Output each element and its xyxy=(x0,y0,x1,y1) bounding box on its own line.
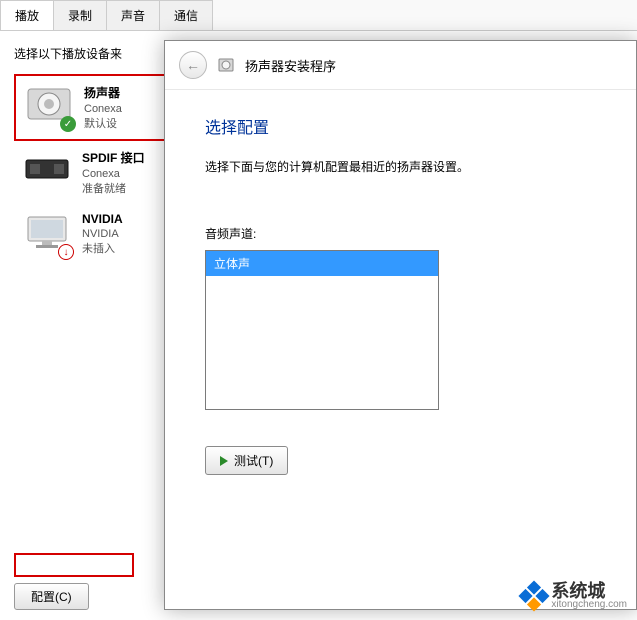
spdif-icon xyxy=(22,149,72,189)
tab-recording[interactable]: 录制 xyxy=(53,0,107,30)
speaker-small-icon xyxy=(217,56,235,74)
wizard-title: 扬声器安装程序 xyxy=(245,56,336,75)
audio-channel-label: 音频声道: xyxy=(205,225,596,242)
configure-highlight xyxy=(14,553,134,577)
speaker-setup-wizard: ← 扬声器安装程序 选择配置 选择下面与您的计算机配置最相近的扬声器设置。 音频… xyxy=(164,40,637,610)
test-button-label: 测试(T) xyxy=(234,452,273,469)
listbox-item-stereo[interactable]: 立体声 xyxy=(206,251,438,276)
audio-channel-listbox[interactable]: 立体声 xyxy=(205,250,439,410)
wizard-description: 选择下面与您的计算机配置最相近的扬声器设置。 xyxy=(205,158,596,175)
watermark-logo-icon xyxy=(519,580,550,611)
tab-sounds[interactable]: 声音 xyxy=(106,0,160,30)
configure-button[interactable]: 配置(C) xyxy=(14,583,89,610)
watermark: 系统城 xitongcheng.com xyxy=(523,582,627,610)
speaker-icon: ✓ xyxy=(24,84,74,124)
tab-playback[interactable]: 播放 xyxy=(0,0,54,30)
play-icon xyxy=(220,456,228,466)
test-button[interactable]: 测试(T) xyxy=(205,446,288,475)
unplugged-icon: ↓ xyxy=(58,244,74,260)
default-check-icon: ✓ xyxy=(60,116,76,132)
watermark-url: xitongcheng.com xyxy=(551,600,627,610)
tab-communications[interactable]: 通信 xyxy=(159,0,213,30)
sound-tabs: 播放 录制 声音 通信 xyxy=(0,0,637,31)
back-button[interactable]: ← xyxy=(179,51,207,79)
wizard-heading: 选择配置 xyxy=(205,114,596,138)
monitor-icon: ↓ xyxy=(22,212,72,252)
watermark-brand: 系统城 xyxy=(551,582,627,600)
back-arrow-icon: ← xyxy=(186,57,200,73)
